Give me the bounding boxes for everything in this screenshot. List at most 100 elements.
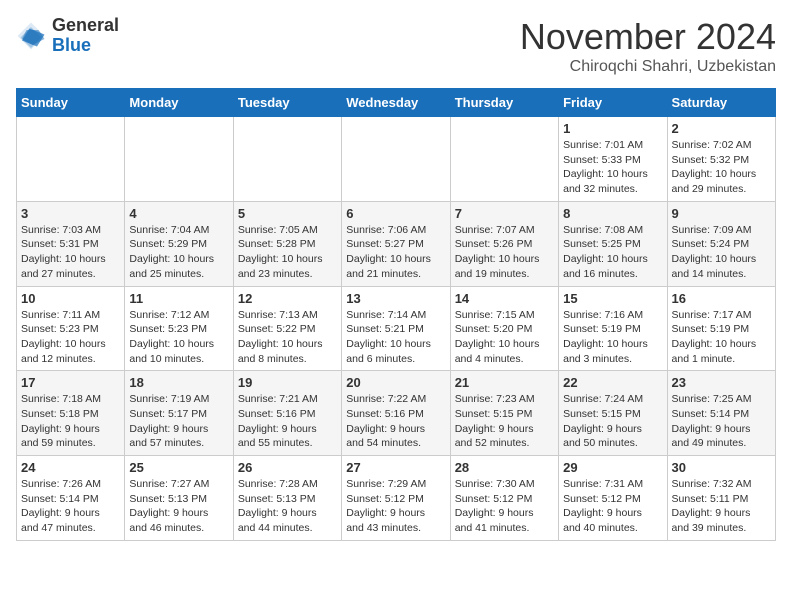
weekday-header-saturday: Saturday (667, 89, 775, 117)
calendar-cell: 27 Sunrise: 7:29 AM Sunset: 5:12 PM Dayli… (342, 456, 450, 541)
day-info: Sunrise: 7:02 AM Sunset: 5:32 PM Dayligh… (672, 138, 771, 197)
calendar-cell (125, 117, 233, 202)
calendar-cell: 10 Sunrise: 7:11 AM Sunset: 5:23 PM Dayli… (17, 286, 125, 371)
calendar-week-row: 1 Sunrise: 7:01 AM Sunset: 5:33 PM Daylig… (17, 117, 776, 202)
logo-icon (16, 21, 46, 51)
day-number: 8 (563, 206, 662, 221)
calendar-cell: 15 Sunrise: 7:16 AM Sunset: 5:19 PM Dayli… (559, 286, 667, 371)
calendar-cell: 19 Sunrise: 7:21 AM Sunset: 5:16 PM Dayli… (233, 371, 341, 456)
day-number: 14 (455, 291, 554, 306)
weekday-header-thursday: Thursday (450, 89, 558, 117)
calendar-cell: 13Sunrise: 7:14 AM Sunset: 5:21 PM Dayli… (342, 286, 450, 371)
day-info: Sunrise: 7:21 AM Sunset: 5:16 PM Dayligh… (238, 392, 337, 451)
day-info: Sunrise: 7:27 AM Sunset: 5:13 PM Dayligh… (129, 477, 228, 536)
day-info: Sunrise: 7:15 AM Sunset: 5:20 PM Dayligh… (455, 308, 554, 367)
day-number: 28 (455, 460, 554, 475)
day-info: Sunrise: 7:05 AM Sunset: 5:28 PM Dayligh… (238, 223, 337, 282)
day-number: 19 (238, 375, 337, 390)
day-info: Sunrise: 7:03 AM Sunset: 5:31 PM Dayligh… (21, 223, 120, 282)
calendar-cell: 17 Sunrise: 7:18 AM Sunset: 5:18 PM Dayli… (17, 371, 125, 456)
day-number: 13 (346, 291, 445, 306)
day-number: 9 (672, 206, 771, 221)
calendar-cell (450, 117, 558, 202)
calendar-cell (17, 117, 125, 202)
day-info: Sunrise: 7:09 AM Sunset: 5:24 PM Dayligh… (672, 223, 771, 282)
calendar-cell: 20 Sunrise: 7:22 AM Sunset: 5:16 PM Dayli… (342, 371, 450, 456)
day-number: 16 (672, 291, 771, 306)
calendar-cell: 21 Sunrise: 7:23 AM Sunset: 5:15 PM Dayli… (450, 371, 558, 456)
calendar-cell: 29Sunrise: 7:31 AM Sunset: 5:12 PM Dayli… (559, 456, 667, 541)
calendar-cell: 23 Sunrise: 7:25 AM Sunset: 5:14 PM Dayli… (667, 371, 775, 456)
calendar-cell: 1 Sunrise: 7:01 AM Sunset: 5:33 PM Daylig… (559, 117, 667, 202)
month-title: November 2024 (520, 16, 776, 58)
calendar-cell: 3 Sunrise: 7:03 AM Sunset: 5:31 PM Daylig… (17, 201, 125, 286)
calendar-week-row: 10 Sunrise: 7:11 AM Sunset: 5:23 PM Dayli… (17, 286, 776, 371)
day-number: 11 (129, 291, 228, 306)
day-number: 24 (21, 460, 120, 475)
calendar-cell: 11Sunrise: 7:12 AM Sunset: 5:23 PM Dayli… (125, 286, 233, 371)
day-number: 25 (129, 460, 228, 475)
title-area: November 2024 Chiroqchi Shahri, Uzbekist… (520, 16, 776, 76)
day-info: Sunrise: 7:26 AM Sunset: 5:14 PM Dayligh… (21, 477, 120, 536)
day-info: Sunrise: 7:25 AM Sunset: 5:14 PM Dayligh… (672, 392, 771, 451)
calendar-cell (342, 117, 450, 202)
day-info: Sunrise: 7:22 AM Sunset: 5:16 PM Dayligh… (346, 392, 445, 451)
day-info: Sunrise: 7:07 AM Sunset: 5:26 PM Dayligh… (455, 223, 554, 282)
calendar-cell: 12 Sunrise: 7:13 AM Sunset: 5:22 PM Dayli… (233, 286, 341, 371)
calendar-cell: 4 Sunrise: 7:04 AM Sunset: 5:29 PM Daylig… (125, 201, 233, 286)
day-number: 29 (563, 460, 662, 475)
calendar-cell: 28 Sunrise: 7:30 AM Sunset: 5:12 PM Dayli… (450, 456, 558, 541)
day-info: Sunrise: 7:18 AM Sunset: 5:18 PM Dayligh… (21, 392, 120, 451)
day-info: Sunrise: 7:28 AM Sunset: 5:13 PM Dayligh… (238, 477, 337, 536)
calendar-cell: 7Sunrise: 7:07 AM Sunset: 5:26 PM Daylig… (450, 201, 558, 286)
day-number: 23 (672, 375, 771, 390)
day-info: Sunrise: 7:23 AM Sunset: 5:15 PM Dayligh… (455, 392, 554, 451)
day-number: 27 (346, 460, 445, 475)
calendar-cell: 8 Sunrise: 7:08 AM Sunset: 5:25 PM Daylig… (559, 201, 667, 286)
day-info: Sunrise: 7:08 AM Sunset: 5:25 PM Dayligh… (563, 223, 662, 282)
day-number: 20 (346, 375, 445, 390)
day-info: Sunrise: 7:30 AM Sunset: 5:12 PM Dayligh… (455, 477, 554, 536)
day-number: 1 (563, 121, 662, 136)
calendar-cell: 9 Sunrise: 7:09 AM Sunset: 5:24 PM Daylig… (667, 201, 775, 286)
day-number: 6 (346, 206, 445, 221)
day-info: Sunrise: 7:01 AM Sunset: 5:33 PM Dayligh… (563, 138, 662, 197)
day-number: 17 (21, 375, 120, 390)
day-number: 3 (21, 206, 120, 221)
calendar-cell: 2Sunrise: 7:02 AM Sunset: 5:32 PM Daylig… (667, 117, 775, 202)
day-info: Sunrise: 7:16 AM Sunset: 5:19 PM Dayligh… (563, 308, 662, 367)
calendar-cell: 25 Sunrise: 7:27 AM Sunset: 5:13 PM Dayli… (125, 456, 233, 541)
day-number: 4 (129, 206, 228, 221)
day-info: Sunrise: 7:11 AM Sunset: 5:23 PM Dayligh… (21, 308, 120, 367)
weekday-header-row: SundayMondayTuesdayWednesdayThursdayFrid… (17, 89, 776, 117)
calendar-cell: 18Sunrise: 7:19 AM Sunset: 5:17 PM Dayli… (125, 371, 233, 456)
day-number: 18 (129, 375, 228, 390)
calendar-cell: 16 Sunrise: 7:17 AM Sunset: 5:19 PM Dayli… (667, 286, 775, 371)
calendar-cell: 30 Sunrise: 7:32 AM Sunset: 5:11 PM Dayli… (667, 456, 775, 541)
day-number: 30 (672, 460, 771, 475)
day-number: 15 (563, 291, 662, 306)
calendar-cell: 6Sunrise: 7:06 AM Sunset: 5:27 PM Daylig… (342, 201, 450, 286)
logo-text: General Blue (52, 16, 119, 56)
calendar-week-row: 24 Sunrise: 7:26 AM Sunset: 5:14 PM Dayli… (17, 456, 776, 541)
logo: General Blue (16, 16, 119, 56)
day-info: Sunrise: 7:04 AM Sunset: 5:29 PM Dayligh… (129, 223, 228, 282)
day-info: Sunrise: 7:32 AM Sunset: 5:11 PM Dayligh… (672, 477, 771, 536)
calendar-cell: 24 Sunrise: 7:26 AM Sunset: 5:14 PM Dayli… (17, 456, 125, 541)
day-number: 5 (238, 206, 337, 221)
day-number: 26 (238, 460, 337, 475)
day-info: Sunrise: 7:29 AM Sunset: 5:12 PM Dayligh… (346, 477, 445, 536)
calendar-cell: 14 Sunrise: 7:15 AM Sunset: 5:20 PM Dayli… (450, 286, 558, 371)
calendar-table: SundayMondayTuesdayWednesdayThursdayFrid… (16, 88, 776, 541)
calendar-cell: 5 Sunrise: 7:05 AM Sunset: 5:28 PM Daylig… (233, 201, 341, 286)
day-number: 12 (238, 291, 337, 306)
calendar-cell: 22Sunrise: 7:24 AM Sunset: 5:15 PM Dayli… (559, 371, 667, 456)
logo-blue: Blue (52, 36, 119, 56)
day-info: Sunrise: 7:17 AM Sunset: 5:19 PM Dayligh… (672, 308, 771, 367)
day-info: Sunrise: 7:13 AM Sunset: 5:22 PM Dayligh… (238, 308, 337, 367)
day-number: 21 (455, 375, 554, 390)
calendar-cell (233, 117, 341, 202)
day-number: 22 (563, 375, 662, 390)
location-title: Chiroqchi Shahri, Uzbekistan (520, 58, 776, 76)
day-number: 10 (21, 291, 120, 306)
